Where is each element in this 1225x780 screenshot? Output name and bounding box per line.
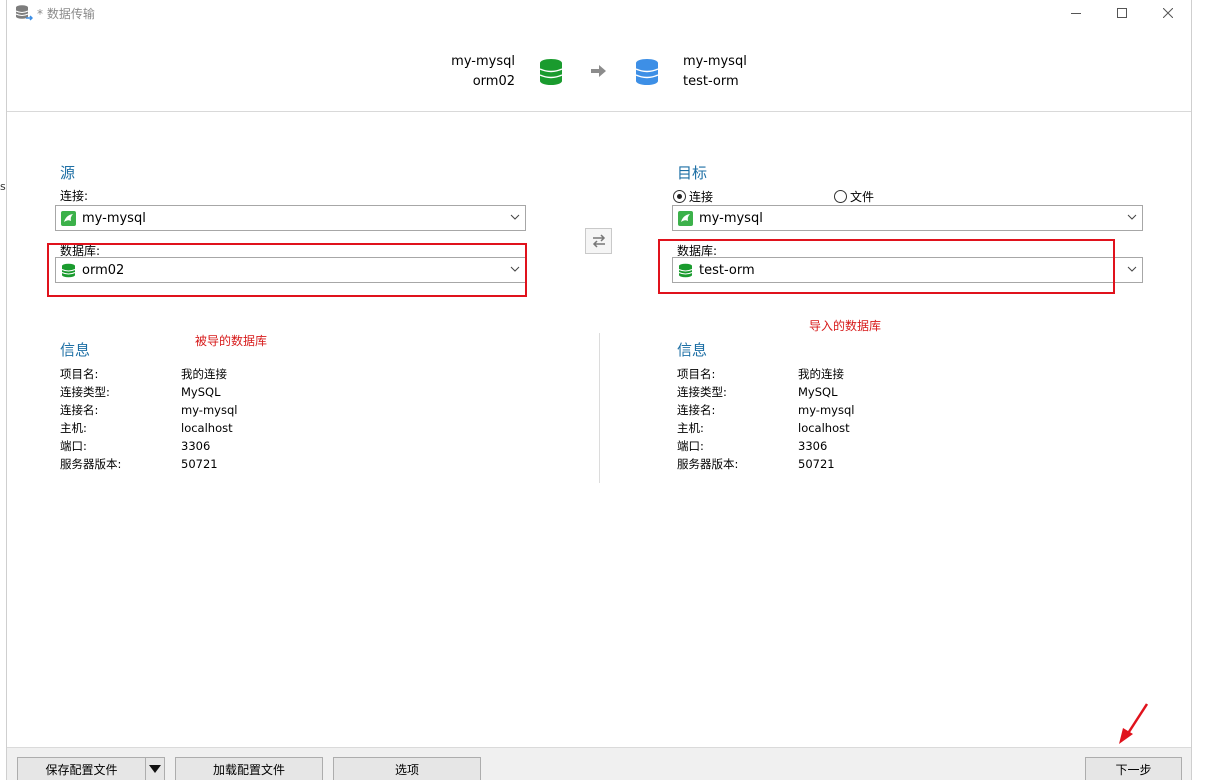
summary-source: my-mysql orm02 <box>451 52 515 92</box>
target-radio-file-label: 文件 <box>850 190 875 204</box>
target-radio-connection[interactable]: 连接 <box>673 188 713 205</box>
info-row: 项目名: 我的连接 <box>677 365 854 383</box>
info-row: 端口: 3306 <box>60 437 237 455</box>
save-config-dropdown[interactable] <box>145 757 165 780</box>
radio-selected-icon <box>673 190 686 203</box>
source-connection-select[interactable]: my-mysql <box>55 205 526 231</box>
stray-text: s <box>0 180 6 193</box>
info-value: my-mysql <box>181 403 238 417</box>
mysql-connection-icon <box>61 210 76 226</box>
maximize-button[interactable] <box>1099 0 1145 26</box>
window-title: * 数据传输 <box>37 7 95 21</box>
info-key: 端口: <box>60 439 87 453</box>
title-bar: * 数据传输 <box>7 0 1191 26</box>
target-radio-file[interactable]: 文件 <box>834 188 874 205</box>
info-key: 项目名: <box>60 367 99 381</box>
info-row: 连接类型: MySQL <box>60 383 237 401</box>
info-key: 端口: <box>677 439 704 453</box>
chevron-down-icon <box>510 214 520 220</box>
minimize-icon <box>1071 13 1081 14</box>
info-key: 连接类型: <box>60 385 110 399</box>
info-key: 连接名: <box>677 403 716 417</box>
chevron-down-icon <box>1127 266 1137 272</box>
red-arrow-icon <box>1119 703 1149 744</box>
summary-target-connection: my-mysql <box>683 54 747 69</box>
info-value: localhost <box>181 421 233 435</box>
summary-target: my-mysql test-orm <box>683 52 747 92</box>
triangle-down-icon <box>149 765 161 773</box>
info-value: 3306 <box>798 439 828 453</box>
minimize-button[interactable] <box>1053 0 1099 26</box>
source-database-icon <box>539 59 563 85</box>
chevron-down-icon <box>1127 214 1137 220</box>
close-button[interactable] <box>1145 0 1191 26</box>
info-row: 端口: 3306 <box>677 437 854 455</box>
swap-icon <box>592 234 605 248</box>
save-config-button[interactable]: 保存配置文件 <box>17 757 146 780</box>
source-title: 源 <box>60 164 76 182</box>
database-transfer-icon <box>15 5 33 21</box>
info-row: 连接名: my-mysql <box>60 401 237 419</box>
transfer-summary: my-mysql orm02 my-mysql test-orm <box>7 26 1191 112</box>
load-config-button[interactable]: 加载配置文件 <box>175 757 323 780</box>
info-value: MySQL <box>181 385 221 399</box>
info-row: 项目名: 我的连接 <box>60 365 237 383</box>
info-row: 服务器版本: 50721 <box>60 455 237 473</box>
radio-unselected-icon <box>834 190 847 203</box>
source-connection-label: 连接: <box>60 189 89 203</box>
info-key: 服务器版本: <box>677 457 739 471</box>
info-row: 连接名: my-mysql <box>677 401 854 419</box>
target-annotation: 导入的数据库 <box>809 319 882 333</box>
info-key: 主机: <box>677 421 704 435</box>
options-button[interactable]: 选项 <box>333 757 481 780</box>
info-row: 连接类型: MySQL <box>677 383 854 401</box>
info-row: 主机: localhost <box>60 419 237 437</box>
transfer-arrow-icon <box>591 65 606 77</box>
desktop-edge <box>1192 0 1225 780</box>
target-radio-connection-label: 连接 <box>689 190 714 204</box>
target-info-title: 信息 <box>677 341 708 359</box>
info-value: localhost <box>798 421 850 435</box>
info-row: 主机: localhost <box>677 419 854 437</box>
info-value: 50721 <box>181 457 218 471</box>
info-key: 服务器版本: <box>60 457 122 471</box>
close-icon <box>1163 8 1173 18</box>
info-value: 我的连接 <box>798 367 844 381</box>
info-value: my-mysql <box>798 403 855 417</box>
target-database-highlight <box>658 239 1115 294</box>
info-divider <box>599 333 600 483</box>
summary-source-database: orm02 <box>472 74 515 89</box>
summary-source-connection: my-mysql <box>451 54 515 69</box>
info-value: 50721 <box>798 457 835 471</box>
source-info-title: 信息 <box>60 341 91 359</box>
info-value: 我的连接 <box>181 367 227 381</box>
maximize-icon <box>1117 8 1127 18</box>
info-row: 服务器版本: 50721 <box>677 455 854 473</box>
info-key: 连接名: <box>60 403 99 417</box>
source-database-highlight <box>47 243 527 297</box>
info-key: 主机: <box>60 421 87 435</box>
swap-button[interactable] <box>585 228 612 254</box>
target-connection-select[interactable]: my-mysql <box>672 205 1143 231</box>
info-value: MySQL <box>798 385 838 399</box>
target-database-icon <box>635 59 659 85</box>
info-key: 连接类型: <box>677 385 727 399</box>
target-title: 目标 <box>677 164 708 182</box>
target-info-list: 项目名: 我的连接 连接类型: MySQL 连接名: my-mysql 主机: loca… <box>677 365 854 473</box>
info-value: 3306 <box>181 439 211 453</box>
next-button[interactable]: 下一步 <box>1085 757 1182 780</box>
mysql-connection-icon <box>678 210 693 226</box>
target-connection-value: my-mysql <box>699 210 763 226</box>
info-key: 项目名: <box>677 367 716 381</box>
data-transfer-window: * 数据传输 my-mysql orm02 my-mysql test-orm … <box>6 0 1192 780</box>
footer-bar: 保存配置文件 加载配置文件 选项 下一步 <box>7 747 1191 780</box>
source-annotation: 被导的数据库 <box>195 334 268 348</box>
source-connection-value: my-mysql <box>82 210 146 226</box>
source-info-list: 项目名: 我的连接 连接类型: MySQL 连接名: my-mysql 主机: loca… <box>60 365 237 473</box>
summary-target-database: test-orm <box>683 74 739 89</box>
